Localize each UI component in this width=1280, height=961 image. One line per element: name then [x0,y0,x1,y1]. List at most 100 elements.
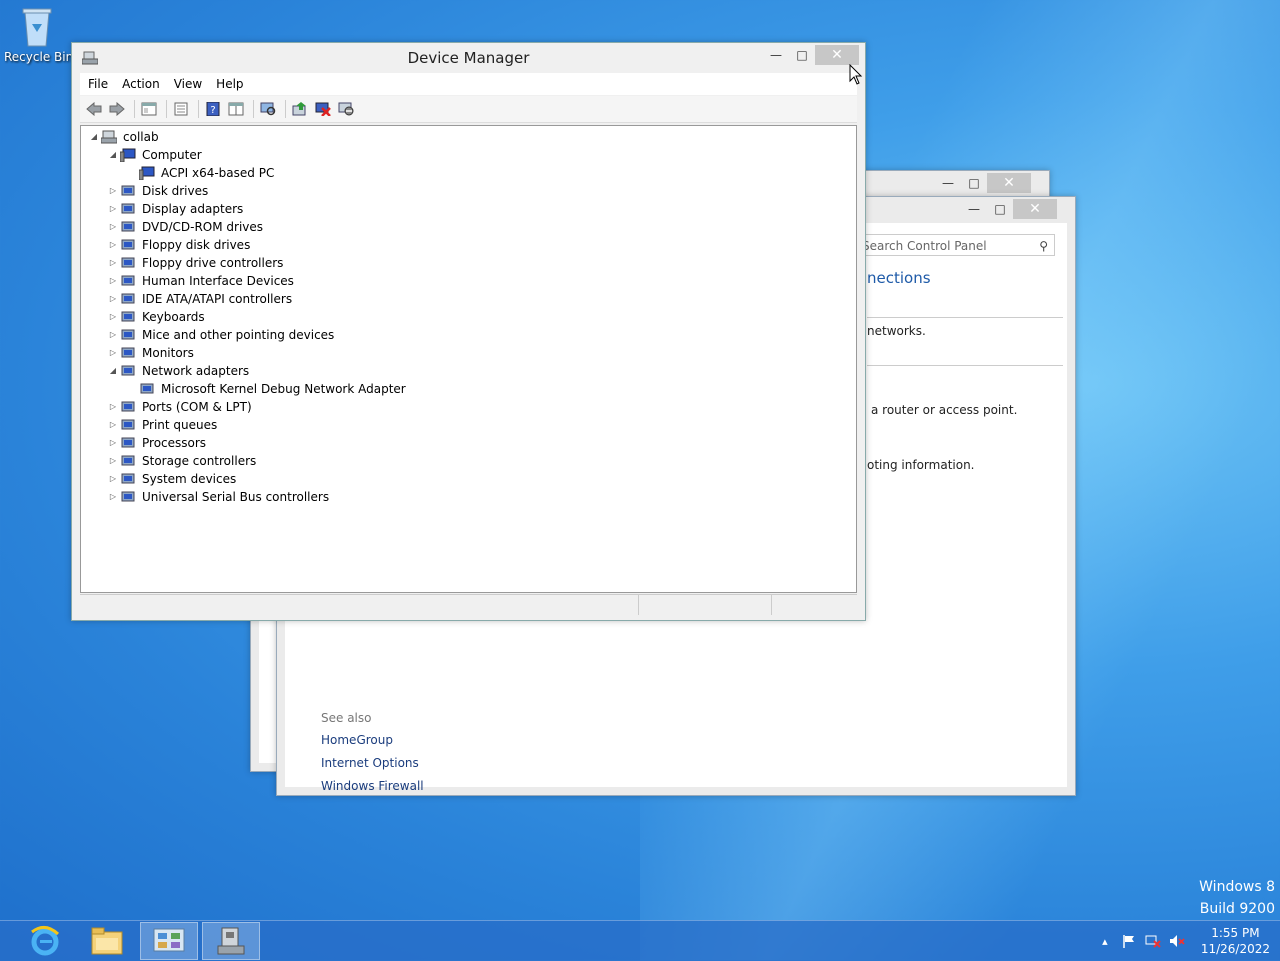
tree-node-human-interface-devices[interactable]: ▷ Human Interface Devices [106,272,294,290]
show-hide-console-tree-icon[interactable] [139,100,159,118]
menu-help[interactable]: Help [216,77,243,91]
expand-arrow-icon[interactable]: ▷ [106,236,120,254]
device-category-icon [120,418,136,432]
minimize-button[interactable]: — [961,199,987,219]
tree-root[interactable]: ◢ collab [87,128,159,146]
link-internet-options[interactable]: Internet Options [321,756,424,779]
device-category-icon [120,220,136,234]
tree-node-universal-serial-bus-controllers[interactable]: ▷ Universal Serial Bus controllers [106,488,329,506]
expand-arrow-icon[interactable]: ▷ [106,434,120,452]
expand-arrow-icon[interactable]: ▷ [106,488,120,506]
tree-node-ports-com-lpt[interactable]: ▷ Ports (COM & LPT) [106,398,252,416]
collapse-arrow-icon[interactable]: ◢ [106,362,120,380]
expand-arrow-icon[interactable]: ▷ [106,254,120,272]
device-category-icon [120,346,136,360]
menu-view[interactable]: View [174,77,202,91]
expand-arrow-icon[interactable]: ▷ [106,452,120,470]
file-explorer-icon[interactable] [78,922,136,960]
clock[interactable]: 1:55 PM 11/26/2022 [1201,925,1270,957]
search-icon[interactable]: ⚲ [1039,235,1048,257]
tree-node-processors[interactable]: ▷ Processors [106,434,206,452]
expand-arrow-icon[interactable]: ▷ [106,326,120,344]
tree-node-label: Storage controllers [142,454,257,468]
expand-arrow-icon[interactable]: ▷ [106,344,120,362]
expand-arrow-icon[interactable]: ▷ [106,308,120,326]
tree-node-display-adapters[interactable]: ▷ Display adapters [106,200,243,218]
search-input[interactable]: Search Control Panel ⚲ [855,234,1055,256]
expand-arrow-icon[interactable]: ▷ [106,200,120,218]
back-arrow-icon[interactable] [84,100,104,118]
tree-node-mice-and-other-pointing-devices[interactable]: ▷ Mice and other pointing devices [106,326,334,344]
tree-node-dvd-cd-rom-drives[interactable]: ▷ DVD/CD-ROM drives [106,218,263,236]
expand-arrow-icon[interactable]: ▷ [106,272,120,290]
action-center-flag-icon[interactable] [1119,933,1139,949]
link-windows-firewall[interactable]: Windows Firewall [321,779,424,802]
tree-node-system-devices[interactable]: ▷ System devices [106,470,236,488]
tree-node-keyboards[interactable]: ▷ Keyboards [106,308,205,326]
expand-arrow-icon[interactable]: ▷ [106,398,120,416]
device-category-icon [120,292,136,306]
device-category-icon [120,238,136,252]
properties-icon[interactable] [171,100,191,118]
tree-node-floppy-disk-drives[interactable]: ▷ Floppy disk drives [106,236,250,254]
collapse-arrow-icon[interactable]: ◢ [106,146,120,164]
scan-hardware-icon[interactable] [258,100,278,118]
maximize-button[interactable]: □ [961,173,987,193]
tree-node-label: Monitors [142,346,194,360]
device-manager-taskbar-button[interactable] [202,922,260,960]
maximize-button[interactable]: □ [789,45,815,65]
close-button[interactable]: ✕ [987,173,1031,193]
tree-node-monitors[interactable]: ▷ Monitors [106,344,194,362]
recycle-bin-icon [22,6,52,47]
update-driver-icon[interactable] [290,100,310,118]
minimize-button[interactable]: — [763,45,789,65]
expand-arrow-icon[interactable]: ▷ [106,470,120,488]
tree-node-storage-controllers[interactable]: ▷ Storage controllers [106,452,256,470]
tree-node-print-queues[interactable]: ▷ Print queues [106,416,217,434]
tree-node-label: Keyboards [142,310,205,324]
tree-node-acpi-pc[interactable]: ACPI x64-based PC [125,164,274,182]
expand-arrow-icon[interactable]: ▷ [106,182,120,200]
device-category-icon [120,454,136,468]
tree-node-floppy-drive-controllers[interactable]: ▷ Floppy drive controllers [106,254,284,272]
toolbar: ? [80,96,857,123]
maximize-button[interactable]: □ [987,199,1013,219]
device-category-icon [120,490,136,504]
forward-arrow-icon[interactable] [107,100,127,118]
tree-root-label: collab [123,130,159,144]
toolbar-separator [285,100,286,118]
collapse-arrow-icon[interactable]: ◢ [87,128,101,146]
network-disconnected-icon[interactable] [1143,933,1163,949]
device-manager-window[interactable]: Device Manager — □ ✕ File Action View He… [71,42,866,621]
help-icon[interactable]: ? [203,100,223,118]
menu-file[interactable]: File [88,77,108,91]
menu-action[interactable]: Action [122,77,160,91]
volume-muted-icon[interactable] [1167,933,1187,949]
tree-node-disk-drives[interactable]: ▷ Disk drives [106,182,208,200]
tree-node-label: Display adapters [142,202,244,216]
tree-node-computer[interactable]: ◢ Computer [106,146,202,164]
device-category-icon [120,310,136,324]
expand-arrow-icon[interactable]: ▷ [106,416,120,434]
device-category-icon [120,472,136,486]
expand-arrow-icon[interactable]: ▷ [106,218,120,236]
recycle-bin[interactable]: Recycle Bin [4,6,73,64]
expand-arrow-icon[interactable]: ▷ [106,290,120,308]
disable-device-icon[interactable] [336,100,356,118]
internet-explorer-icon[interactable] [16,922,74,960]
search-placeholder: Search Control Panel [862,239,987,253]
show-hidden-icons-icon[interactable]: ▴ [1095,933,1115,949]
tree-node-network-adapters[interactable]: ◢ Network adapters [106,362,249,380]
link-homegroup[interactable]: HomeGroup [321,733,424,756]
close-button[interactable]: ✕ [1013,199,1057,219]
uninstall-device-icon[interactable] [313,100,333,118]
control-panel-taskbar-button[interactable] [140,922,198,960]
minimize-button[interactable]: — [935,173,961,193]
action-pane-icon[interactable] [226,100,246,118]
tree-node-microsoft-kernel-debug-network-adapter[interactable]: Microsoft Kernel Debug Network Adapter [125,380,406,398]
tree-node-label: Mice and other pointing devices [142,328,335,342]
divider [867,365,1063,366]
info-text-2: a router or access point. [871,403,1018,417]
close-button[interactable]: ✕ [815,45,859,65]
tree-node-ide-ata-atapi-controllers[interactable]: ▷ IDE ATA/ATAPI controllers [106,290,292,308]
